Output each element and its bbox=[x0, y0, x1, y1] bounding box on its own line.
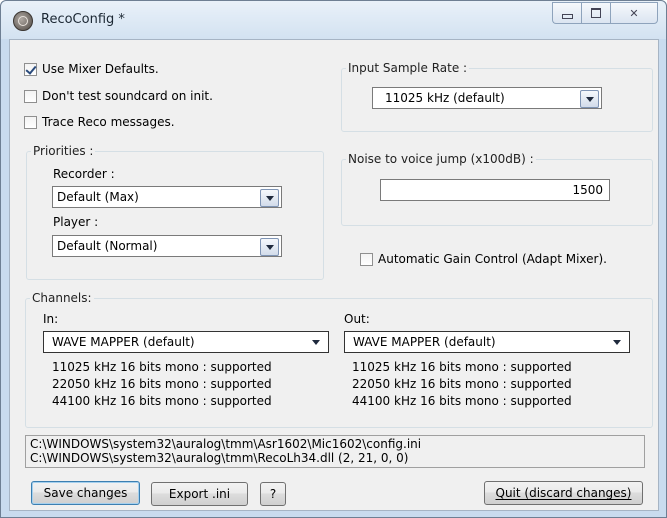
dialog-body: Use Mixer Defaults. Don't test soundcard… bbox=[9, 39, 659, 511]
channel-in-device-value: WAVE MAPPER (default) bbox=[52, 335, 195, 349]
trace-reco-label: Trace Reco messages. bbox=[42, 115, 175, 129]
paths-panel: C:\WINDOWS\system32\auralog\tmm\Asr1602\… bbox=[25, 435, 645, 468]
channel-in-format-1: 11025 kHz 16 bits mono : supported bbox=[52, 360, 272, 374]
close-icon: ✕ bbox=[629, 6, 639, 20]
agc-option[interactable]: Automatic Gain Control (Adapt Mixer). bbox=[360, 252, 607, 266]
recorder-dropdown-button[interactable] bbox=[260, 189, 279, 207]
input-sample-rate-label: Input Sample Rate : bbox=[346, 61, 470, 75]
title-bar[interactable]: RecoConfig * ✕ bbox=[1, 1, 666, 39]
player-priority-value: Default (Normal) bbox=[57, 239, 158, 253]
maximize-button[interactable] bbox=[581, 2, 610, 24]
close-button[interactable]: ✕ bbox=[610, 2, 658, 24]
input-sample-rate-dropdown-button[interactable] bbox=[580, 90, 599, 108]
use-mixer-defaults-option[interactable]: Use Mixer Defaults. bbox=[24, 62, 159, 76]
help-button[interactable]: ? bbox=[260, 482, 286, 506]
channel-in-dropdown-button[interactable] bbox=[307, 334, 324, 350]
app-icon bbox=[13, 11, 33, 31]
channel-out-label: Out: bbox=[344, 312, 370, 326]
dont-test-soundcard-checkbox[interactable] bbox=[24, 89, 37, 103]
agc-label: Automatic Gain Control (Adapt Mixer). bbox=[378, 252, 607, 266]
chevron-down-icon bbox=[585, 96, 594, 102]
dont-test-soundcard-label: Don't test soundcard on init. bbox=[42, 89, 213, 103]
window-controls: ✕ bbox=[552, 2, 658, 24]
window-title: RecoConfig * bbox=[41, 12, 125, 27]
trace-reco-checkbox[interactable] bbox=[24, 115, 37, 129]
trace-reco-option[interactable]: Trace Reco messages. bbox=[24, 115, 175, 129]
use-mixer-defaults-checkbox[interactable] bbox=[24, 62, 37, 76]
agc-checkbox[interactable] bbox=[360, 252, 373, 266]
noise-jump-input[interactable]: 1500 bbox=[380, 179, 610, 201]
channel-out-format-2: 22050 kHz 16 bits mono : supported bbox=[352, 377, 572, 391]
channel-out-dropdown-button[interactable] bbox=[608, 334, 625, 350]
channel-out-device-select[interactable]: WAVE MAPPER (default) bbox=[344, 331, 630, 353]
player-priority-select[interactable]: Default (Normal) bbox=[52, 235, 282, 257]
config-path: C:\WINDOWS\system32\auralog\tmm\Asr1602\… bbox=[30, 437, 422, 451]
recorder-label: Recorder : bbox=[53, 167, 115, 181]
recoconfig-window: RecoConfig * ✕ Use Mixer Defaults. Don't… bbox=[0, 0, 667, 518]
player-dropdown-button[interactable] bbox=[260, 238, 279, 256]
channel-out-format-3: 44100 kHz 16 bits mono : supported bbox=[352, 394, 572, 408]
recorder-priority-value: Default (Max) bbox=[57, 190, 139, 204]
use-mixer-defaults-label: Use Mixer Defaults. bbox=[42, 62, 159, 76]
channel-in-format-3: 44100 kHz 16 bits mono : supported bbox=[52, 394, 272, 408]
input-sample-rate-value: 11025 kHz (default) bbox=[385, 91, 505, 105]
minimize-button[interactable] bbox=[552, 2, 581, 24]
dll-path: C:\WINDOWS\system32\auralog\tmm\RecoLh34… bbox=[30, 451, 409, 465]
player-label: Player : bbox=[53, 215, 99, 229]
save-changes-button[interactable]: Save changes bbox=[31, 481, 140, 505]
minimize-icon bbox=[561, 13, 573, 19]
channel-in-format-2: 22050 kHz 16 bits mono : supported bbox=[52, 377, 272, 391]
channel-in-label: In: bbox=[43, 312, 59, 326]
channels-label: Channels: bbox=[30, 291, 94, 305]
channel-in-device-select[interactable]: WAVE MAPPER (default) bbox=[43, 331, 329, 353]
noise-jump-label: Noise to voice jump (x100dB) : bbox=[346, 152, 536, 166]
priorities-label: Priorities : bbox=[31, 144, 96, 158]
input-sample-rate-select[interactable]: 11025 kHz (default) bbox=[372, 87, 602, 109]
maximize-icon bbox=[591, 8, 601, 18]
quit-discard-button[interactable]: Quit (discard changes) bbox=[484, 481, 643, 505]
channel-out-format-1: 11025 kHz 16 bits mono : supported bbox=[352, 360, 572, 374]
chevron-down-icon bbox=[265, 244, 274, 250]
export-ini-button[interactable]: Export .ini bbox=[151, 482, 248, 506]
dont-test-soundcard-option[interactable]: Don't test soundcard on init. bbox=[24, 89, 213, 103]
channel-out-device-value: WAVE MAPPER (default) bbox=[353, 335, 496, 349]
chevron-down-icon bbox=[311, 339, 320, 345]
chevron-down-icon bbox=[612, 339, 621, 345]
chevron-down-icon bbox=[265, 195, 274, 201]
recorder-priority-select[interactable]: Default (Max) bbox=[52, 186, 282, 208]
